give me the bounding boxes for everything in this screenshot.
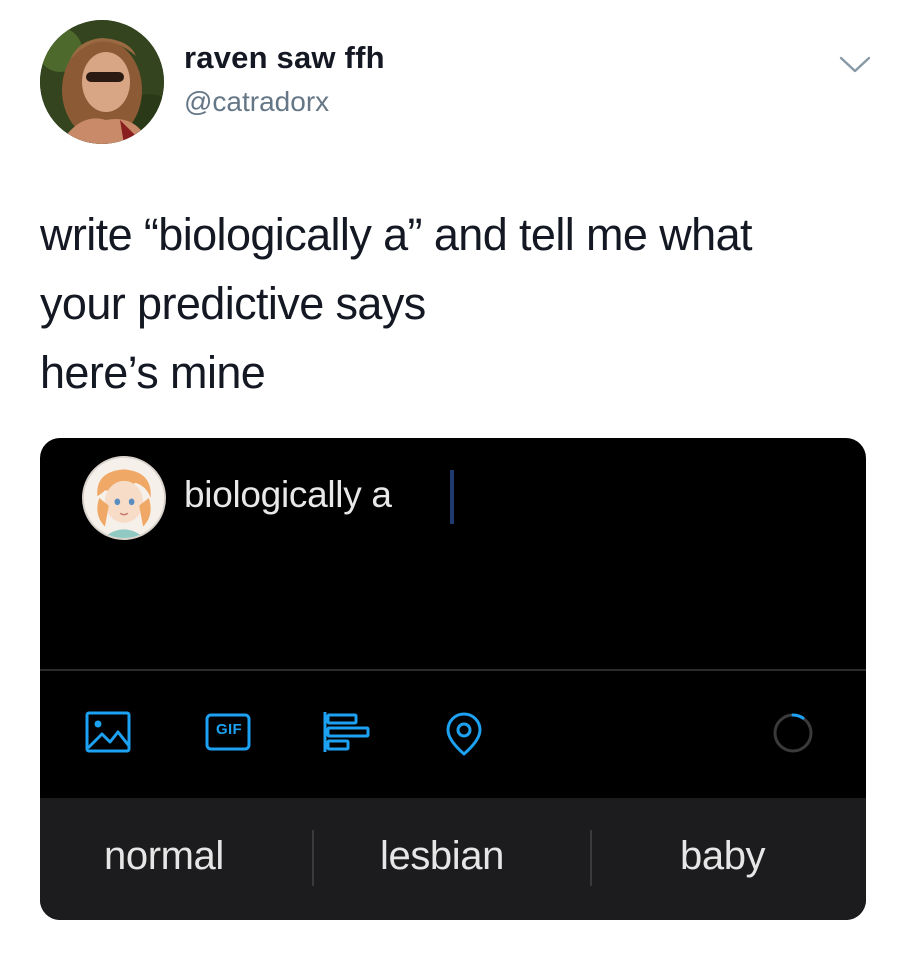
image-icon xyxy=(85,711,131,753)
suggestion-item[interactable]: baby xyxy=(680,834,766,879)
tweet-page: raven saw ffh @catradorx write “biologic… xyxy=(0,0,905,960)
suggestion-item[interactable]: normal xyxy=(104,834,224,879)
author-photo xyxy=(40,20,164,144)
suggestion-separator xyxy=(312,830,314,886)
suggestion-item[interactable]: lesbian xyxy=(380,834,504,879)
poll-icon xyxy=(323,712,370,752)
keyboard-suggestion-bar: normal lesbian baby xyxy=(40,798,866,920)
compose-divider xyxy=(40,669,866,671)
progress-ring-icon xyxy=(773,713,813,753)
compose-avatar xyxy=(82,456,166,540)
chevron-down-icon xyxy=(839,56,871,73)
add-poll-button[interactable] xyxy=(320,710,370,754)
author-avatar[interactable] xyxy=(40,20,164,144)
cartoon-avatar-image xyxy=(84,458,164,538)
add-image-button[interactable] xyxy=(84,710,132,754)
tweet-text: write “biologically a” and tell me what … xyxy=(40,200,880,407)
gif-icon-label: GIF xyxy=(216,721,242,738)
tweet-text-line: your predictive says xyxy=(40,278,426,329)
tweet-text-line: write “biologically a” and tell me what xyxy=(40,209,753,260)
suggestion-separator xyxy=(590,830,592,886)
location-icon xyxy=(446,712,482,756)
tweet-text-line: here’s mine xyxy=(40,347,266,398)
author-display-name[interactable]: raven saw ffh xyxy=(184,40,385,76)
compose-text-input[interactable]: biologically a xyxy=(184,474,392,516)
character-counter xyxy=(770,710,816,756)
add-gif-button[interactable]: GIF xyxy=(204,710,252,754)
add-location-button[interactable] xyxy=(442,710,486,756)
tweet-options-button[interactable] xyxy=(838,54,872,76)
text-cursor xyxy=(450,470,454,524)
attached-screenshot[interactable]: biologically a GIF normal lesbian baby xyxy=(40,438,866,920)
author-handle[interactable]: @catradorx xyxy=(184,86,329,118)
